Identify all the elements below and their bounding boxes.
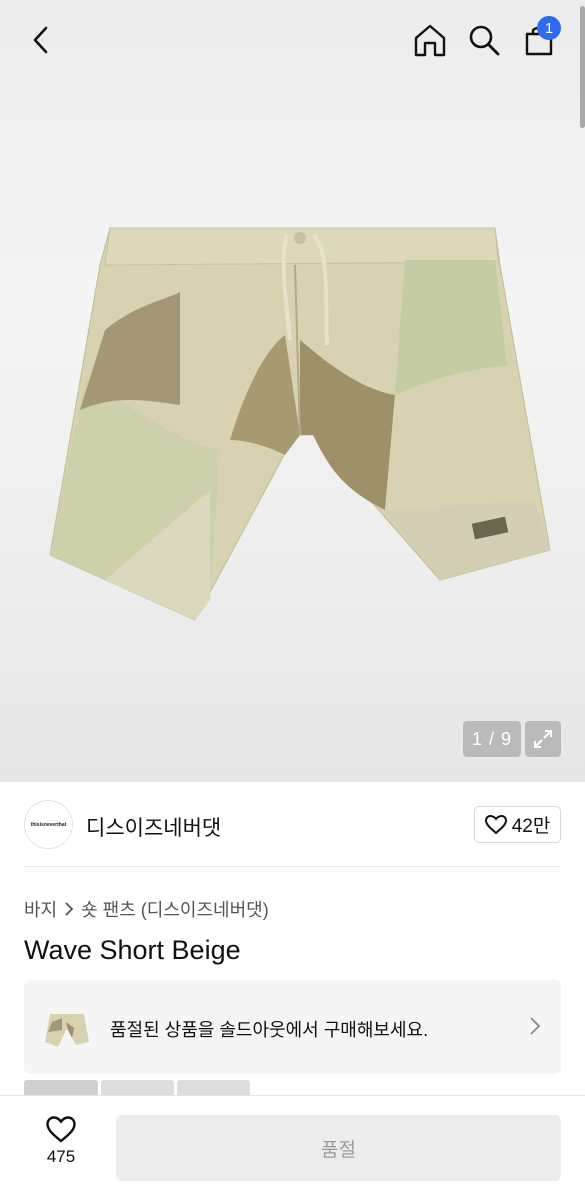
cart-count-badge: 1 bbox=[537, 16, 561, 40]
chevron-right-icon bbox=[530, 1017, 541, 1035]
expand-icon bbox=[534, 730, 552, 748]
divider bbox=[24, 866, 561, 867]
search-button[interactable] bbox=[462, 18, 506, 62]
image-counter: 1 / 9 bbox=[463, 721, 521, 757]
brand-name[interactable]: 디스이즈네버댓 bbox=[86, 812, 221, 842]
soldout-link-banner[interactable]: 품절된 상품을 솔드아웃에서 구매해보세요. bbox=[24, 980, 561, 1074]
breadcrumb: 바지 숏 팬츠 (디스이즈네버댓) bbox=[24, 896, 269, 922]
wishlist-button[interactable]: 475 bbox=[36, 1116, 86, 1178]
product-thumbnail bbox=[40, 1000, 94, 1054]
brand-like-button[interactable]: 42만 bbox=[474, 806, 561, 843]
soldout-banner-text: 품절된 상품을 솔드아웃에서 구매해보세요. bbox=[110, 1020, 429, 1040]
brand-logo-text: thisisneverthat bbox=[30, 821, 67, 828]
product-image-gallery[interactable]: 1 / 9 bbox=[0, 0, 585, 782]
cart-button[interactable]: 1 bbox=[517, 16, 561, 62]
chevron-left-icon bbox=[33, 26, 48, 54]
buy-button[interactable]: 품절 bbox=[116, 1115, 561, 1181]
heart-icon bbox=[484, 814, 507, 834]
heart-icon bbox=[46, 1116, 76, 1143]
expand-button[interactable] bbox=[525, 721, 561, 757]
top-navigation: 1 bbox=[0, 0, 585, 80]
breadcrumb-category[interactable]: 바지 bbox=[24, 896, 57, 922]
chevron-right-icon bbox=[65, 902, 74, 916]
home-button[interactable] bbox=[408, 18, 452, 62]
brand-row[interactable]: thisisneverthat 디스이즈네버댓 42만 bbox=[24, 800, 561, 850]
home-icon bbox=[414, 24, 446, 57]
back-button[interactable] bbox=[20, 18, 64, 62]
breadcrumb-subcategory[interactable]: 숏 팬츠 (디스이즈네버댓) bbox=[81, 896, 269, 922]
product-image bbox=[49, 227, 551, 621]
tab-strip bbox=[24, 1080, 254, 1100]
brand-like-count: 42만 bbox=[511, 816, 551, 837]
product-title: Wave Short Beige bbox=[24, 935, 241, 965]
brand-logo[interactable]: thisisneverthat bbox=[24, 800, 73, 849]
wishlist-count: 475 bbox=[46, 1147, 76, 1166]
search-icon bbox=[469, 25, 500, 56]
bottom-action-bar: 475 품절 bbox=[0, 1095, 585, 1200]
